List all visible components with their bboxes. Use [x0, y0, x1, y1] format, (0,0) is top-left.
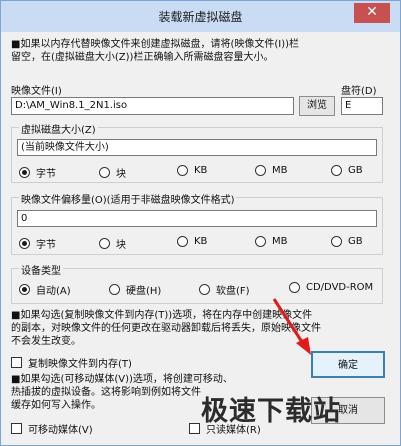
watermark-logo: 极速下载站	[201, 396, 341, 427]
dialog-window: 装载新虚拟磁盘 ✕ ■如果以内存代替映像文件来创建虚拟磁盘，请将(映像文件(I)…	[0, 0, 401, 446]
annotation-arrow-icon	[272, 298, 311, 355]
